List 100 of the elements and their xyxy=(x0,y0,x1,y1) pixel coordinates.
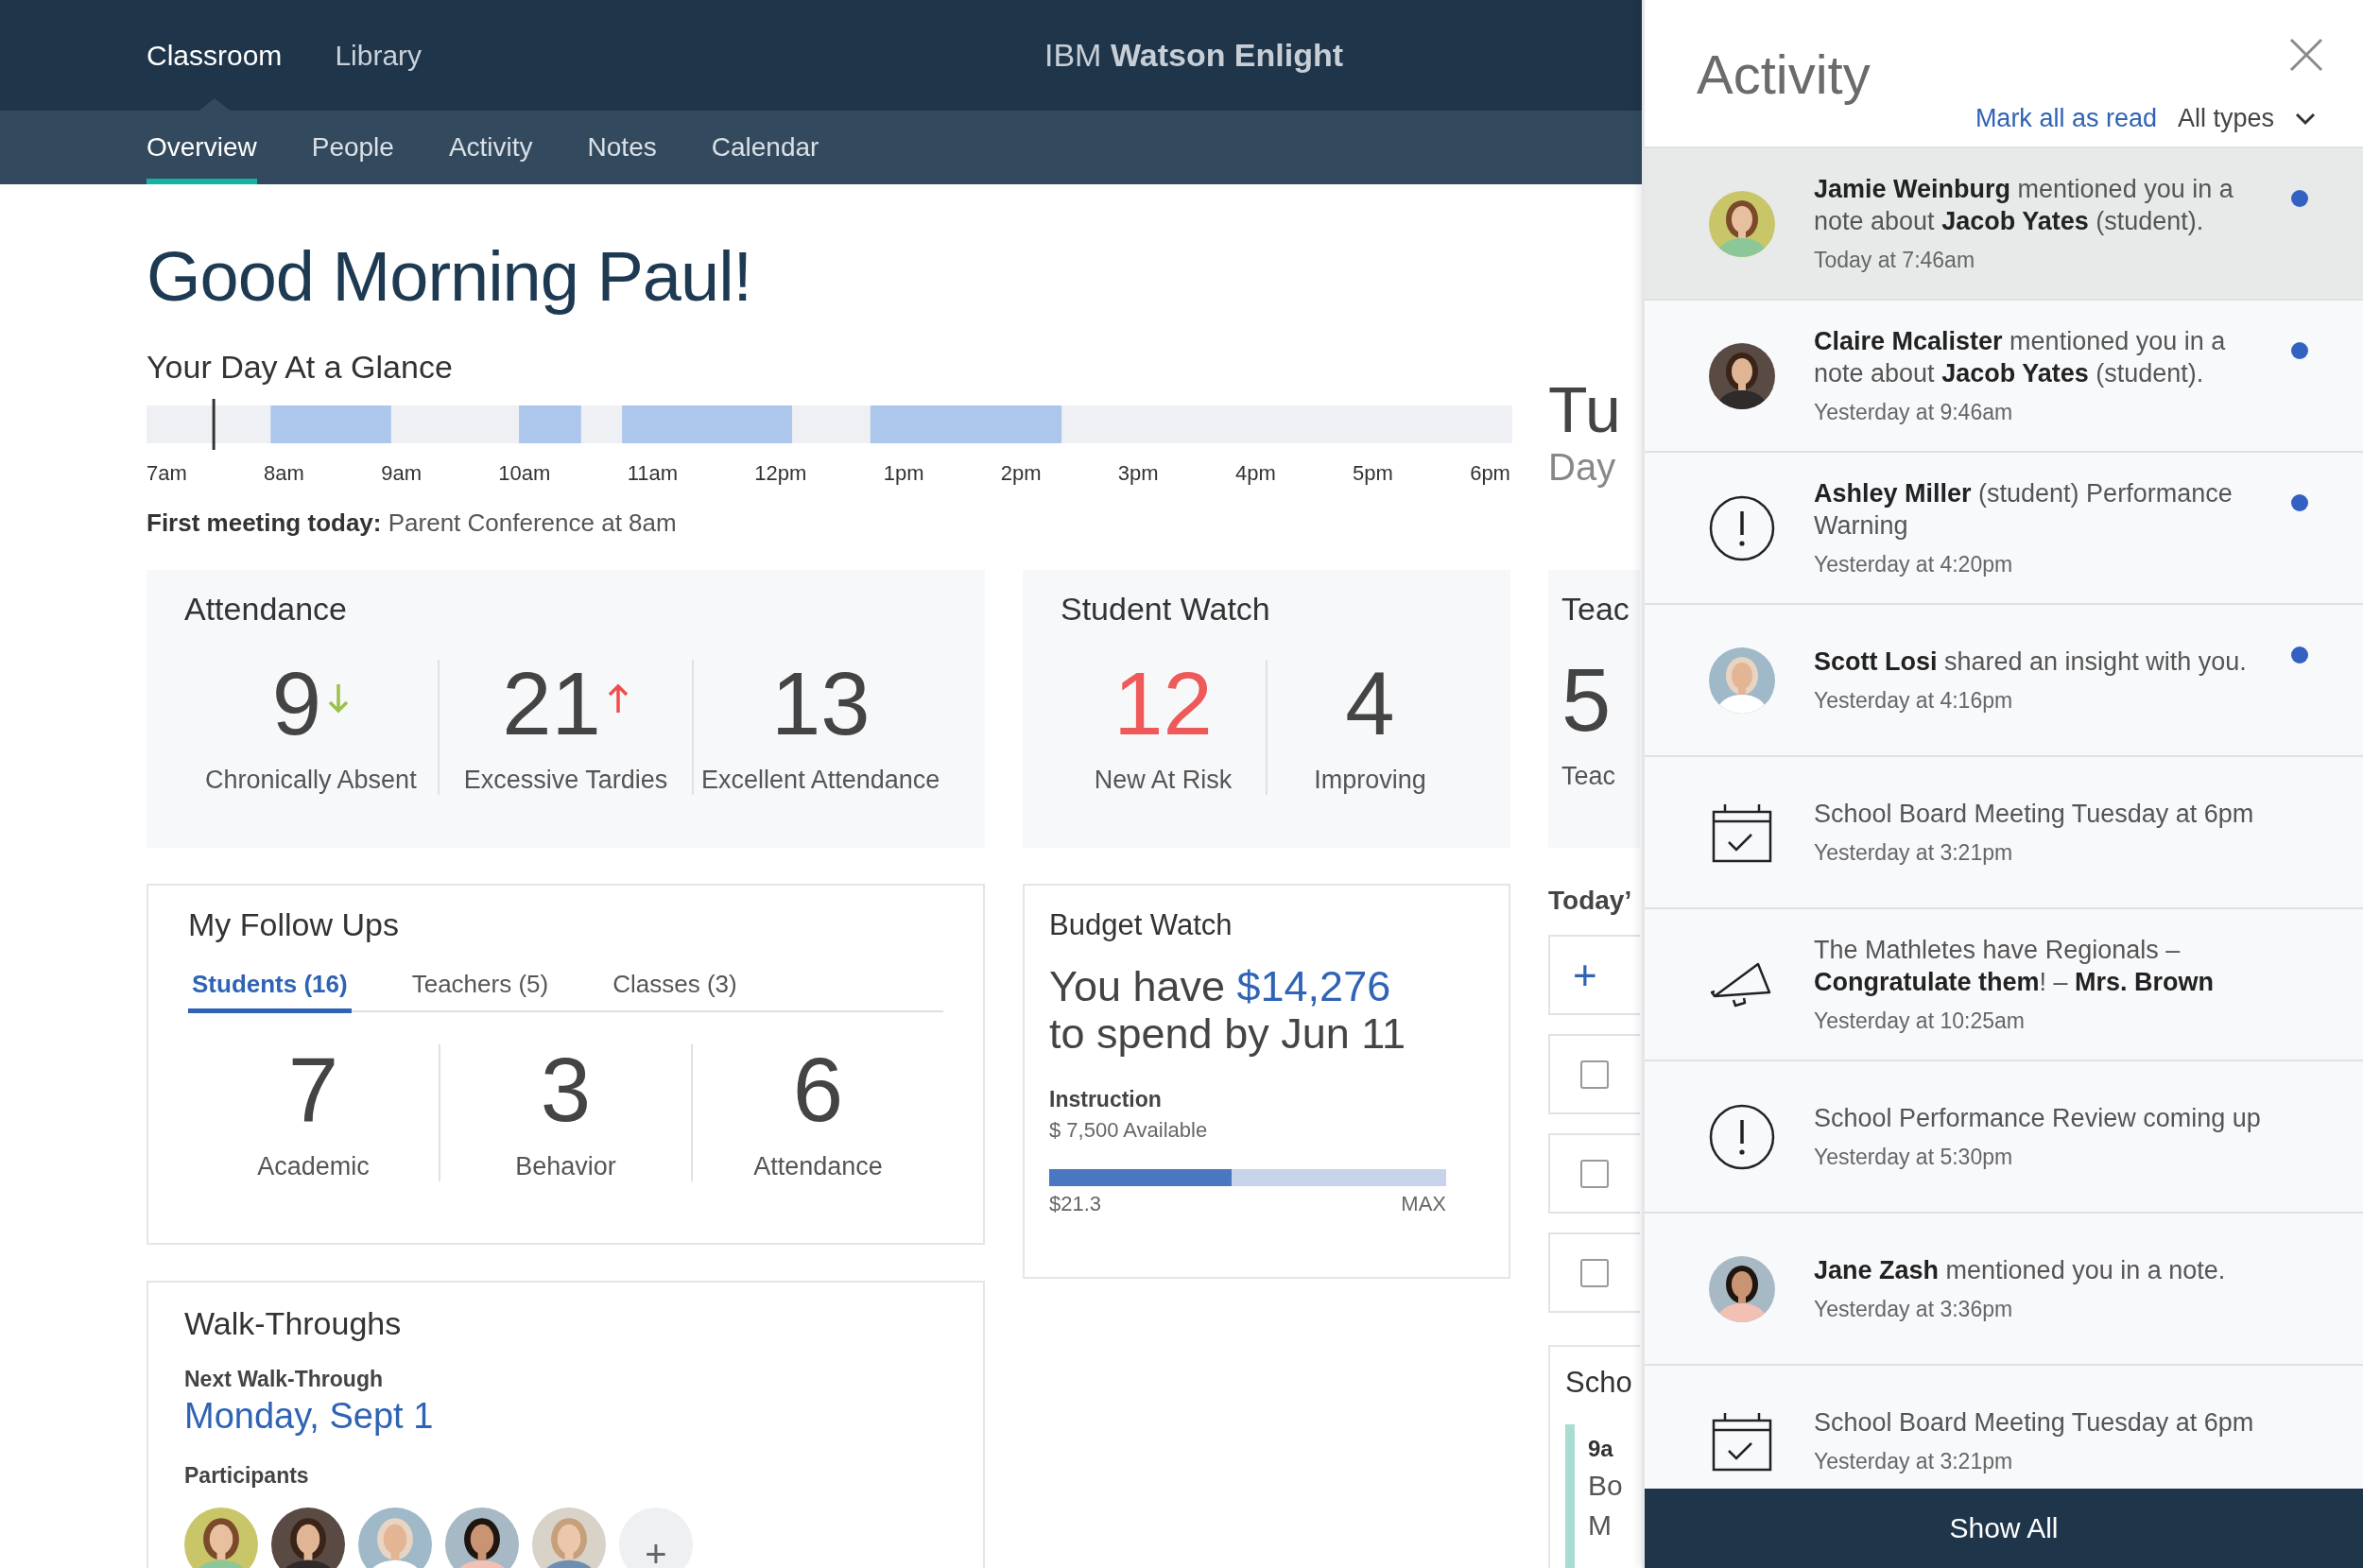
activity-message: The Mathletes have Regionals – Congratulate them! – Mrs. Brown xyxy=(1814,935,2216,998)
hour-label: 5pm xyxy=(1353,461,1393,487)
entry-text: Bo xyxy=(1588,1470,1624,1502)
activity-message: School Performance Review coming up xyxy=(1814,1103,2261,1135)
bar-max-label: MAX xyxy=(1401,1191,1446,1216)
activity-time: Yesterday at 9:46am xyxy=(1814,399,2014,425)
activity-time: Yesterday at 3:21pm xyxy=(1814,839,2014,866)
chevron-down-icon xyxy=(2295,112,2316,126)
stat-value: 6 xyxy=(792,1044,844,1135)
bar-min-label: $21.3 xyxy=(1049,1191,1102,1216)
entry-time: 9a xyxy=(1588,1436,1614,1462)
calendar-check-icon xyxy=(1712,1410,1772,1472)
hour-label: 6pm xyxy=(1470,461,1510,487)
panel-title: Activity xyxy=(1697,43,1871,106)
activity-message: Scott Losi shared an insight with you. xyxy=(1814,646,2247,679)
section-title: Your Day At a Glance xyxy=(147,349,454,386)
hour-label: 2pm xyxy=(1000,461,1042,487)
stat-value: 5 xyxy=(1561,656,1613,745)
stat-label: Excessive Tardies xyxy=(463,766,668,795)
activity-time: Yesterday at 3:21pm xyxy=(1814,1448,2014,1474)
tab[interactable]: Classes (3) xyxy=(609,962,741,1013)
card-title: Student Watch xyxy=(1061,591,1271,628)
activity-item[interactable]: Jane Zash mentioned you in a note. Yesterday at 3:36pm xyxy=(1645,1214,2363,1366)
card-title: Attendance xyxy=(184,591,349,628)
date-link[interactable]: Monday, Sept 1 xyxy=(184,1396,434,1437)
category-label: Instruction xyxy=(1049,1086,1163,1112)
hour-label: 12pm xyxy=(754,461,807,487)
nav-tab[interactable]: Calendar xyxy=(711,111,819,184)
hour-label: 4pm xyxy=(1234,461,1276,487)
first-meeting-text: First meeting today: Parent Conference at 8am xyxy=(147,508,678,538)
add-participant-button[interactable]: + xyxy=(619,1508,693,1568)
stat-label: Teac xyxy=(1561,762,1617,791)
megaphone-icon xyxy=(1711,961,1773,1008)
stat-label: Chronically Absent xyxy=(205,766,417,795)
arrow-up-icon xyxy=(606,682,630,715)
nav-tab[interactable]: Classroom xyxy=(147,33,283,77)
card-title: Budget Watch xyxy=(1049,908,1233,942)
hour-label: 7am xyxy=(147,461,187,487)
activity-message: School Board Meeting Tuesday at 6pm xyxy=(1814,1407,2254,1439)
field-label: Next Walk-Through xyxy=(184,1367,383,1392)
activity-item[interactable]: Jamie Weinburg mentioned you in a note about Jacob Yates (student). Today at 7:46am xyxy=(1645,148,2363,301)
card-title: Scho xyxy=(1565,1366,1633,1400)
nav-tab[interactable]: Overview xyxy=(147,111,257,184)
hour-label: 11am xyxy=(627,461,679,487)
field-label: Participants xyxy=(184,1463,309,1489)
tab[interactable]: Students (16) xyxy=(188,962,352,1013)
stat-value: 3 xyxy=(540,1044,592,1135)
alert-icon xyxy=(1709,1103,1775,1170)
task-checkbox[interactable] xyxy=(1580,1159,1609,1188)
activity-item[interactable]: School Performance Review coming up Yesterday at 5:30pm xyxy=(1645,1061,2363,1214)
alert-icon xyxy=(1709,494,1775,561)
stat-value: 9 xyxy=(271,660,321,749)
nav-tab[interactable]: Notes xyxy=(587,111,657,184)
nav-tab[interactable]: Library xyxy=(335,33,423,77)
hour-label: 1pm xyxy=(883,461,924,487)
date-subtitle: Day xyxy=(1548,446,1617,489)
stat-value: 7 xyxy=(287,1044,339,1135)
brand-title: IBM Watson Enlight xyxy=(1044,37,1344,74)
budget-summary: You have $14,276 to spend by Jun 11 xyxy=(1049,963,1406,1059)
add-task-button[interactable]: + xyxy=(1548,935,1640,1015)
stat-label: Attendance xyxy=(753,1152,883,1181)
show-all-button[interactable]: Show All xyxy=(1645,1489,2363,1568)
task-checkbox[interactable] xyxy=(1580,1258,1609,1287)
activity-time: Yesterday at 10:25am xyxy=(1814,1008,2026,1034)
activity-message: Ashley Miller (student) Performance Warning xyxy=(1814,478,2234,542)
activity-item[interactable]: Scott Losi shared an insight with you. Yesterday at 4:16pm xyxy=(1645,605,2363,757)
entry-text: M xyxy=(1588,1509,1613,1542)
activity-item[interactable]: Ashley Miller (student) Performance Warning Yesterday at 4:20pm xyxy=(1645,453,2363,605)
stat-value: 12 xyxy=(1113,660,1213,749)
stat-label: Academic xyxy=(257,1152,370,1181)
activity-time: Yesterday at 5:30pm xyxy=(1814,1144,2014,1170)
activity-message: Claire Mcalister mentioned you in a note about Jacob Yates (student). xyxy=(1814,326,2227,389)
hour-label: 10am xyxy=(498,461,551,487)
activity-item[interactable]: Claire Mcalister mentioned you in a note about Jacob Yates (student). Yesterday at 9:46am xyxy=(1645,301,2363,453)
tab[interactable]: Teachers (5) xyxy=(407,962,553,1013)
activity-item[interactable]: School Board Meeting Tuesday at 6pm Yesterday at 3:21pm xyxy=(1645,1366,2363,1489)
activity-time: Yesterday at 4:20pm xyxy=(1814,551,2014,577)
task-checkbox[interactable] xyxy=(1580,1060,1609,1089)
hour-label: 3pm xyxy=(1117,461,1159,487)
calendar-check-icon xyxy=(1712,801,1772,863)
available-amount: $ 7,500 Available xyxy=(1049,1117,1209,1143)
close-icon[interactable] xyxy=(2289,38,2323,72)
arrow-down-icon xyxy=(326,682,350,715)
stat-label: Excellent Attendance xyxy=(701,766,940,795)
mark-all-read-link[interactable]: Mark all as read xyxy=(1975,104,2157,133)
section-title: Today’ xyxy=(1548,886,1633,916)
type-filter-dropdown[interactable]: All types xyxy=(2177,104,2316,133)
activity-message: School Board Meeting Tuesday at 6pm xyxy=(1814,799,2254,831)
greeting-heading: Good Morning Paul! xyxy=(147,236,753,317)
date-heading: Tu xyxy=(1548,372,1622,446)
nav-tab[interactable]: Activity xyxy=(448,111,533,184)
activity-item[interactable]: The Mathletes have Regionals – Congratulate them! – Mrs. Brown Yesterday at 10:25am xyxy=(1645,909,2363,1061)
nav-tab[interactable]: People xyxy=(311,111,394,184)
stat-value: 13 xyxy=(770,660,871,749)
activity-item[interactable]: School Board Meeting Tuesday at 6pm Yesterday at 3:21pm xyxy=(1645,757,2363,909)
activity-time: Today at 7:46am xyxy=(1814,247,1976,273)
card-title: Walk-Throughs xyxy=(184,1305,402,1342)
stat-label: New At Risk xyxy=(1094,766,1233,795)
activity-message: Jamie Weinburg mentioned you in a note about Jacob Yates (student). xyxy=(1814,174,2234,237)
card-title: My Follow Ups xyxy=(188,906,400,943)
